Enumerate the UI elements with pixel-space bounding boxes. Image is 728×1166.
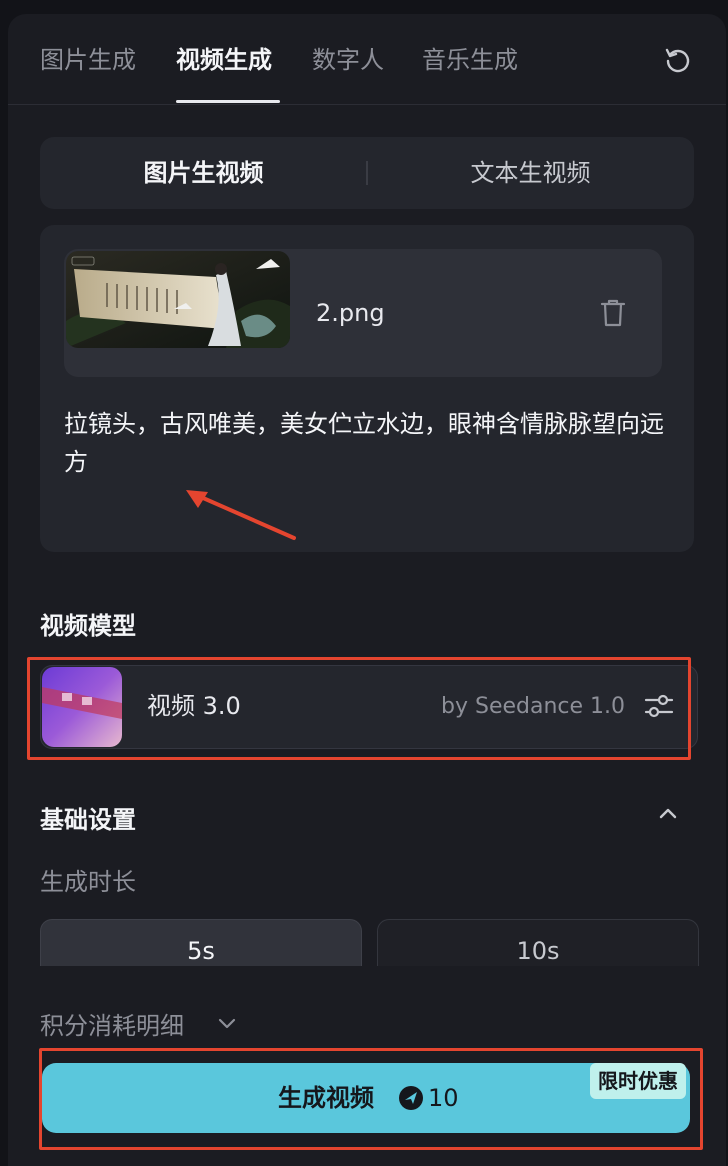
chevron-down-icon[interactable] [214,1010,240,1036]
uploaded-file-card: 2.png [64,249,662,377]
tab-digital-human[interactable]: 数字人 [312,44,384,76]
prompt-textarea[interactable]: 拉镜头，古风唯美，美女伫立水边，眼神含情脉脉望向远方 [64,405,674,481]
basic-settings-title: 基础设置 [40,806,136,834]
video-generation-panel: 图片生成 视频生成 数字人 音乐生成 图片生视频 文本生视频 2.png 拉镜头… [8,14,726,1166]
model-highlight-box [27,657,691,760]
tab-image-generation[interactable]: 图片生成 [40,44,136,76]
mode-text-to-video[interactable]: 文本生视频 [367,137,694,209]
annotation-arrow [186,490,296,540]
tab-video-generation[interactable]: 视频生成 [176,44,272,76]
tab-music-generation[interactable]: 音乐生成 [422,44,518,76]
upload-area: 2.png 拉镜头，古风唯美，美女伫立水边，眼神含情脉脉望向远方 [40,225,694,552]
refresh-icon[interactable] [663,46,693,76]
top-tabs: 图片生成 视频生成 数字人 音乐生成 [8,14,726,105]
trash-icon[interactable] [598,297,628,329]
video-model-title: 视频模型 [40,612,136,640]
mode-image-to-video[interactable]: 图片生视频 [40,137,367,209]
mode-segmented-control: 图片生视频 文本生视频 [40,137,694,209]
generate-highlight-box [39,1048,703,1150]
uploaded-image-thumbnail[interactable] [66,251,290,348]
uploaded-file-name: 2.png [316,299,385,327]
chevron-up-icon[interactable] [654,800,682,828]
cost-details-toggle[interactable]: 积分消耗明细 [40,1006,184,1041]
duration-label: 生成时长 [40,868,136,896]
bottom-action-bar: 积分消耗明细 生成视频 10 限时优惠 [8,966,726,1166]
active-tab-indicator [176,100,280,103]
